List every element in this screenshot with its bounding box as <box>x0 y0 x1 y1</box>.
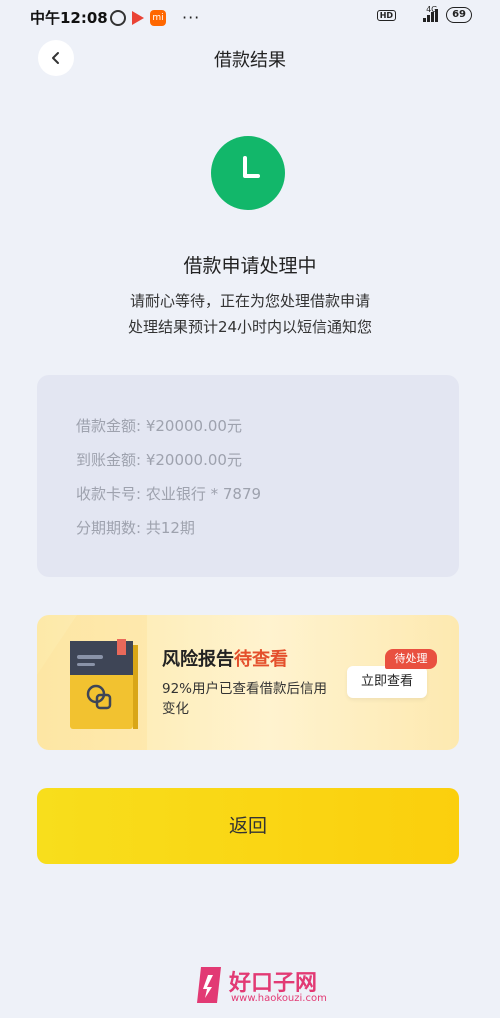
signal-icon: 4G <box>404 5 439 22</box>
installment-periods: 分期期数: 共12期 <box>76 519 195 537</box>
hd-icon: HD <box>376 9 397 21</box>
status-notification-icons: mi ··· <box>110 8 200 27</box>
return-button[interactable]: 返回 <box>37 788 459 864</box>
mi-app-icon: mi <box>150 9 166 26</box>
status-description-line-1: 请耐心等待，正在为您处理借款申请 <box>129 292 370 310</box>
watermark-url: www.haokouzi.com <box>231 993 327 1004</box>
risk-report-banner[interactable]: 风险报告待查看 92%用户已查看借款后信用变化 立即查看 待处理 <box>37 615 459 750</box>
battery-icon: 69 <box>446 7 472 23</box>
status-title: 借款申请处理中 <box>183 255 317 277</box>
loan-info-card: 借款金额: ¥20000.00元 到账金额: ¥20000.00元 收款卡号: … <box>37 375 459 577</box>
risk-report-title-main: 风险报告 <box>162 649 234 670</box>
loan-amount: 借款金额: ¥20000.00元 <box>76 417 242 435</box>
received-amount: 到账金额: ¥20000.00元 <box>76 451 242 469</box>
status-bar: 中午12:08 mi ··· HD 4G 69 <box>0 0 500 34</box>
risk-report-title: 风险报告待查看 <box>162 645 288 671</box>
more-notifications-icon: ··· <box>182 8 201 27</box>
page-title: 借款结果 <box>214 50 286 71</box>
clock-icon <box>211 136 285 210</box>
loan-result-page: 中午12:08 mi ··· HD 4G 69 借款结果 借款申请处理中 请耐心… <box>0 0 500 1018</box>
pending-badge: 待处理 <box>385 649 437 669</box>
risk-report-description: 92%用户已查看借款后信用变化 <box>162 681 328 717</box>
risk-report-title-highlight: 待查看 <box>234 649 288 670</box>
status-description-line-2: 处理结果预计24小时内以短信通知您 <box>127 318 373 336</box>
watermark: 好口子网 www.haokouzi.com <box>195 965 345 1010</box>
report-book-icon <box>37 615 147 750</box>
bank-card-number: 收款卡号: 农业银行 * 7879 <box>76 485 262 503</box>
status-description: 请耐心等待，正在为您处理借款申请 处理结果预计24小时内以短信通知您 <box>0 288 500 340</box>
view-now-button[interactable]: 立即查看 <box>347 666 427 698</box>
status-system-icons: HD 4G 69 <box>376 5 472 23</box>
play-store-icon <box>132 10 144 25</box>
alarm-icon <box>110 9 126 26</box>
status-time: 中午12:08 <box>30 9 108 27</box>
watermark-logo-icon <box>197 967 221 1003</box>
